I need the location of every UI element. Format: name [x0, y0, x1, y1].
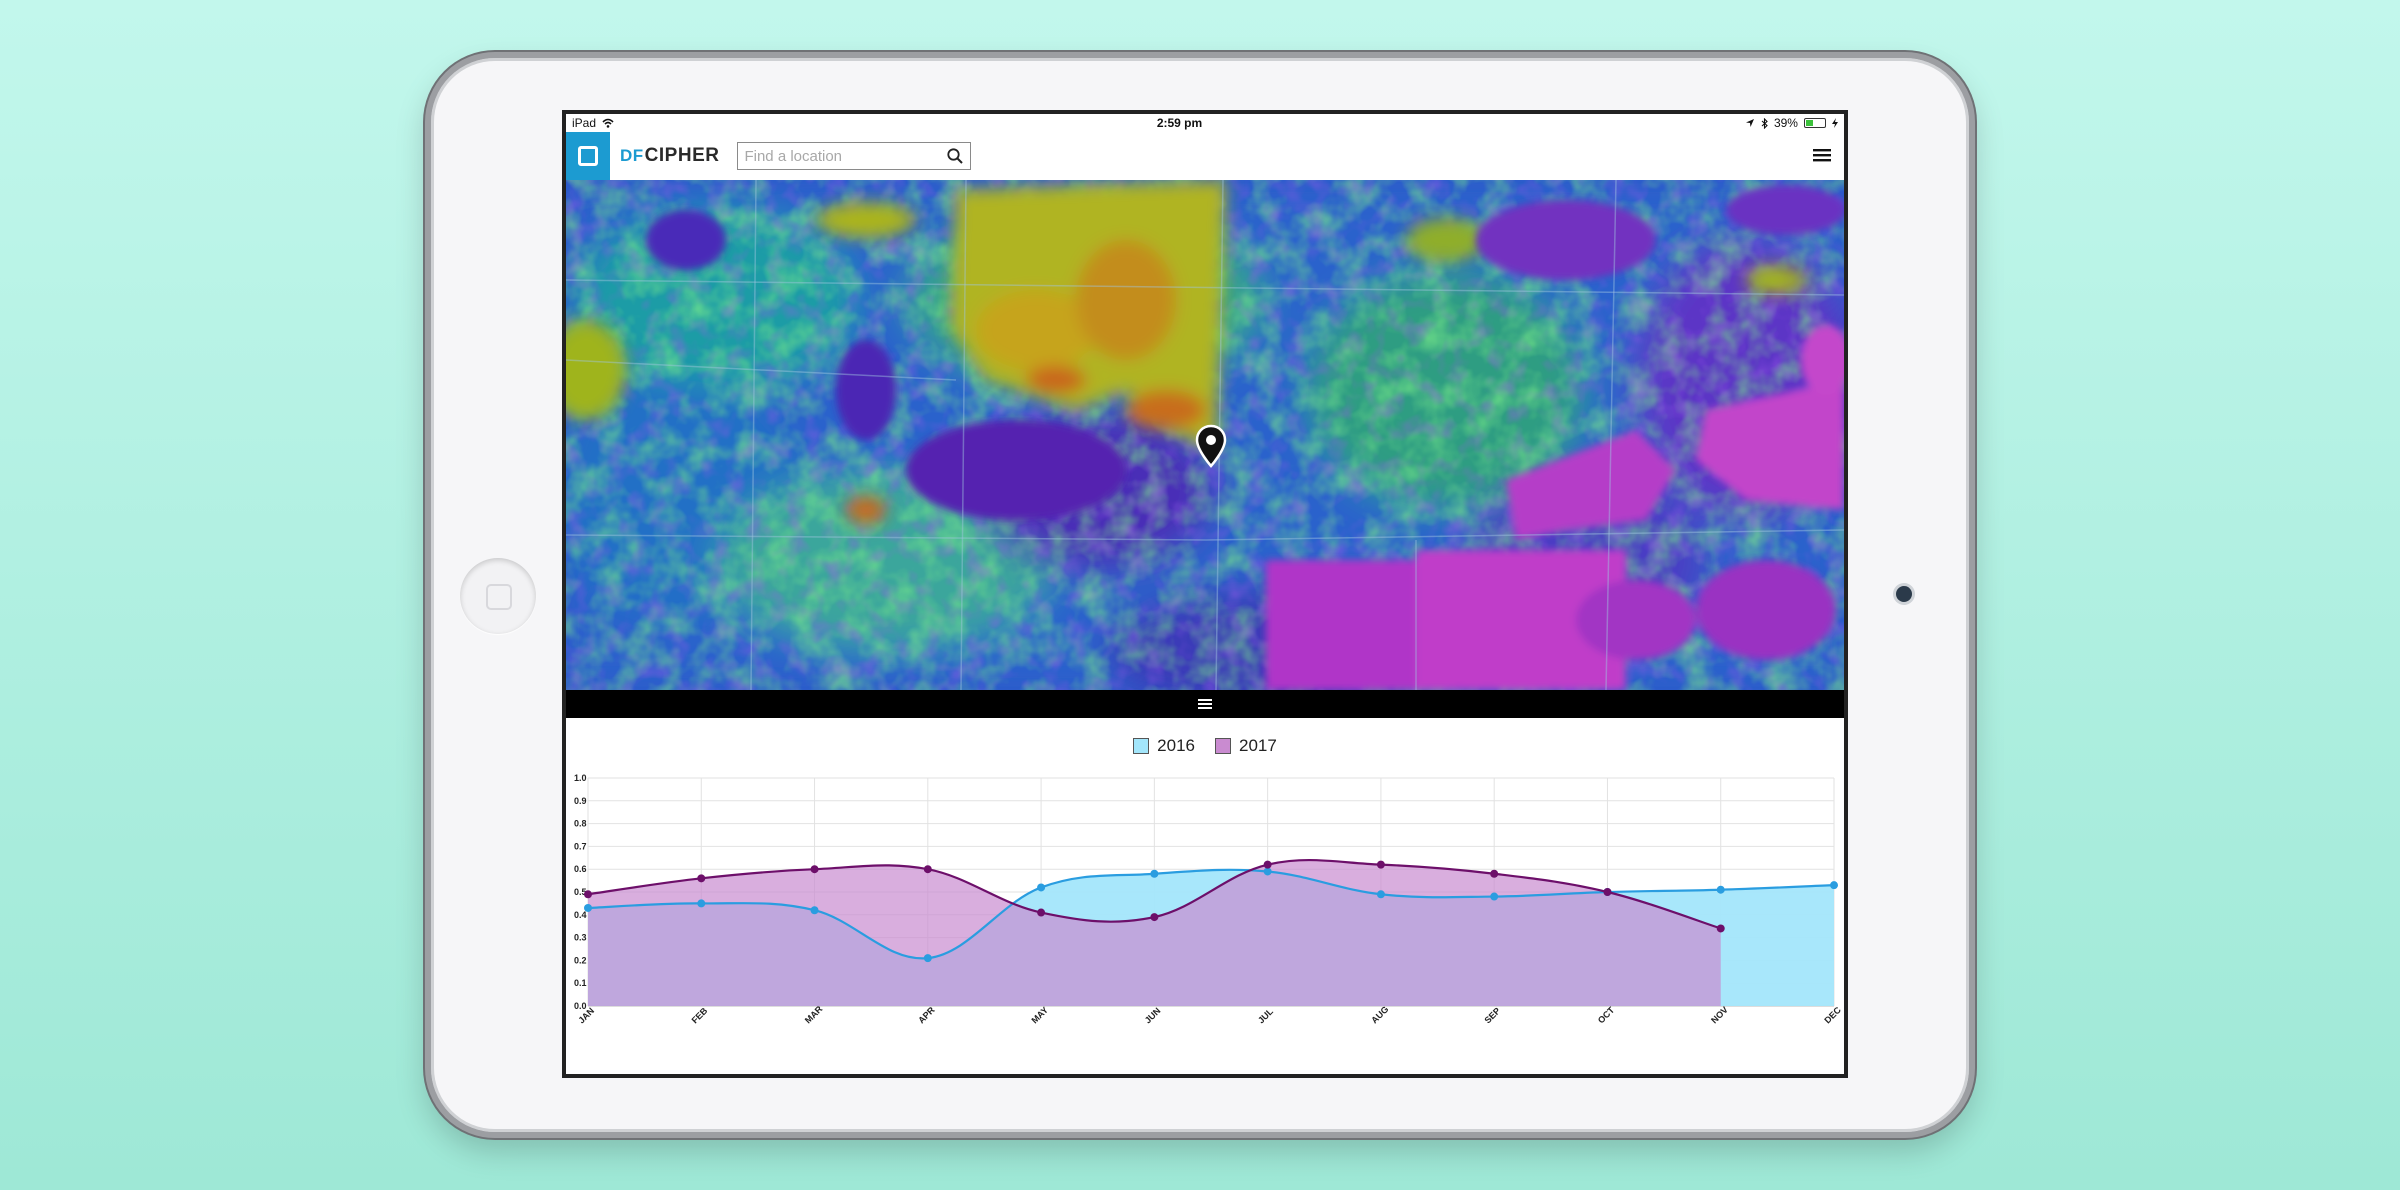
app-logo: DF CIPHER [620, 145, 719, 167]
data-point-2017-sep [1490, 869, 1499, 878]
data-point-2016-dec [1830, 881, 1838, 890]
x-tick-label: MAR [803, 1003, 825, 1025]
status-time: 2:59 pm [1156, 116, 1203, 130]
data-point-2017-feb [697, 874, 706, 883]
x-tick-label: SEP [1483, 1006, 1503, 1026]
data-point-2017-oct [1603, 888, 1612, 896]
chart-drawer-handle[interactable] [566, 690, 1844, 718]
x-tick-label: NOV [1709, 1005, 1730, 1026]
x-tick-label: MAY [1029, 1005, 1050, 1026]
legend-item-2017[interactable]: 2017 [1215, 736, 1277, 756]
data-point-2017-jun [1150, 913, 1159, 922]
y-tick-label: 0.9 [574, 796, 587, 806]
map-pin-icon[interactable] [1194, 424, 1228, 468]
x-tick-label: OCT [1596, 1005, 1617, 1026]
legend-item-2016[interactable]: 2016 [1133, 736, 1195, 756]
y-tick-label: 0.2 [574, 955, 587, 965]
screen: iPad 2:59 pm 39% DF CIPHER Find a locati… [562, 110, 1848, 1078]
legend-label-2016: 2016 [1157, 736, 1195, 755]
data-point-2016-apr [923, 954, 932, 963]
battery-percent: 39% [1773, 116, 1798, 130]
legend-swatch-2016 [1133, 738, 1150, 754]
data-point-2016-sep [1490, 892, 1499, 901]
data-point-2017-mar [810, 865, 819, 874]
y-tick-label: 0.6 [574, 864, 587, 874]
legend-swatch-2017 [1215, 738, 1231, 754]
x-tick-label: AUG [1369, 1004, 1390, 1025]
data-point-2017-may [1037, 908, 1046, 917]
wifi-icon [602, 118, 614, 128]
data-point-2017-jul [1263, 860, 1272, 869]
data-point-2016-jun [1150, 869, 1159, 878]
y-tick-label: 0.1 [574, 978, 587, 988]
x-tick-label: JUL [1256, 1006, 1275, 1025]
data-point-2016-jul [1263, 867, 1272, 876]
x-tick-label: FEB [690, 1005, 710, 1025]
bluetooth-icon [1761, 117, 1768, 129]
y-tick-label: 1.0 [574, 773, 587, 783]
logo-prefix: DF [620, 146, 644, 165]
y-tick-label: 0.7 [574, 841, 587, 851]
chart-plot: 0.00.10.20.30.40.50.60.70.80.91.0JAN FEB M… [574, 773, 1843, 1026]
data-point-2016-feb [697, 899, 706, 908]
x-tick-label: JUN [1143, 1006, 1163, 1026]
search-icon[interactable] [946, 147, 964, 165]
data-point-2017-apr [923, 865, 932, 874]
search-input[interactable] [744, 147, 947, 165]
hamburger-menu-icon[interactable] [1812, 146, 1832, 164]
data-point-2016-nov [1716, 885, 1725, 894]
app-window: iPad 2:59 pm 39% DF CIPHER Find a locati… [566, 114, 1844, 1074]
charging-bolt-icon [1831, 118, 1838, 128]
app-button[interactable] [566, 132, 610, 180]
data-point-2016-mar [810, 906, 819, 915]
data-point-2017-aug [1376, 860, 1385, 869]
heatmap-map[interactable] [566, 180, 1844, 690]
y-tick-label: 0.3 [574, 933, 587, 943]
drawer-handle-icon[interactable] [1197, 697, 1213, 711]
home-button[interactable] [460, 558, 536, 634]
location-search[interactable] [737, 142, 972, 170]
battery-icon [1803, 118, 1826, 128]
data-point-2016-may [1037, 883, 1046, 892]
data-point-2016-aug [1376, 890, 1385, 899]
data-point-2017-jan [584, 890, 592, 899]
ndvi-chart: 0.0 0.1 0.2 0.3 0.4 0.5 0.6 0.7 0.8 0.9 1.0 JAN FEB M… [566, 718, 1844, 1074]
data-point-2017-nov [1716, 924, 1725, 933]
legend-label-2017: 2017 [1239, 736, 1277, 755]
chart-legend: 2016 2017 [566, 736, 1844, 756]
app-square-icon [578, 146, 598, 166]
location-arrow-icon [1745, 119, 1754, 127]
status-bar: iPad 2:59 pm 39% [566, 114, 1844, 132]
y-tick-label: 0.8 [574, 819, 587, 829]
top-navbar: DF CIPHER [566, 132, 1844, 180]
device-label: iPad [572, 116, 597, 130]
data-point-2016-jan [584, 903, 592, 912]
x-tick-label: APR [916, 1005, 937, 1026]
x-tick-label: DEC [1822, 1005, 1843, 1026]
logo-text: CIPHER [644, 145, 720, 166]
front-camera [1896, 586, 1912, 602]
y-tick-label: 0.4 [574, 910, 587, 920]
